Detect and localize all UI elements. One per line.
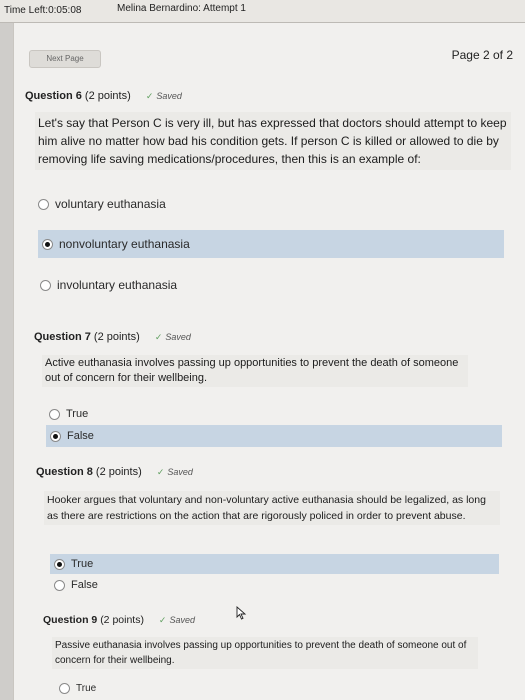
option-label: False xyxy=(67,430,94,442)
option-voluntary-euthanasia[interactable]: voluntary euthanasia xyxy=(38,192,498,216)
radio-button[interactable] xyxy=(54,579,65,591)
check-icon: ✓ xyxy=(156,467,165,477)
radio-button[interactable] xyxy=(42,238,53,250)
option-nonvoluntary-euthanasia[interactable]: nonvoluntary euthanasia xyxy=(38,230,504,258)
question-points: (2 points) xyxy=(95,466,142,478)
mouse-cursor-icon xyxy=(236,606,247,620)
question-number: Question 8 xyxy=(36,466,93,478)
option-true[interactable]: True xyxy=(59,679,159,697)
question-8-text: Hooker argues that voluntary and non-vol… xyxy=(44,491,500,525)
saved-status: ✓ Saved xyxy=(158,615,195,625)
question-number: Question 6 xyxy=(25,90,82,102)
question-8-header: Question 8 (2 points) ✓ Saved xyxy=(36,466,193,478)
question-7-text: Active euthanasia involves passing up op… xyxy=(42,355,468,387)
option-false[interactable]: False xyxy=(46,425,502,447)
next-page-button[interactable]: Next Page xyxy=(29,50,101,68)
question-points: (2 points) xyxy=(93,331,140,343)
option-true[interactable]: True xyxy=(49,405,149,423)
saved-status: ✓ Saved xyxy=(145,91,182,101)
page-indicator: Page 2 of 2 xyxy=(451,48,513,62)
question-6-text: Let's say that Person C is very ill, but… xyxy=(35,112,511,170)
radio-button[interactable] xyxy=(38,198,49,210)
check-icon: ✓ xyxy=(158,615,167,625)
question-points: (2 points) xyxy=(84,90,131,102)
radio-button[interactable] xyxy=(54,558,65,570)
top-bar: Time Left:0:05:08 Melina Bernardino: Att… xyxy=(0,0,525,23)
option-label: True xyxy=(66,408,89,420)
option-false[interactable]: False xyxy=(54,576,154,594)
option-label: True xyxy=(76,682,97,694)
option-label: False xyxy=(71,579,98,591)
saved-status: ✓ Saved xyxy=(154,332,191,342)
radio-button[interactable] xyxy=(49,408,60,420)
option-involuntary-euthanasia[interactable]: involuntary euthanasia xyxy=(40,273,500,297)
radio-button[interactable] xyxy=(50,430,61,442)
option-label: nonvoluntary euthanasia xyxy=(59,237,190,251)
question-number: Question 9 xyxy=(43,614,98,626)
question-9-header: Question 9 (2 points) ✓ Saved xyxy=(43,614,195,626)
question-7-header: Question 7 (2 points) ✓ Saved xyxy=(34,331,191,343)
question-number: Question 7 xyxy=(34,331,91,343)
check-icon: ✓ xyxy=(145,91,154,101)
option-true[interactable]: True xyxy=(50,554,499,574)
question-6-header: Question 6 (2 points) ✓ Saved xyxy=(25,90,182,102)
question-9-text: Passive euthanasia involves passing up o… xyxy=(52,637,478,669)
time-left: Time Left:0:05:08 xyxy=(4,5,82,16)
student-attempt: Melina Bernardino: Attempt 1 xyxy=(117,3,246,14)
saved-status: ✓ Saved xyxy=(156,467,193,477)
radio-button[interactable] xyxy=(59,682,70,694)
option-label: involuntary euthanasia xyxy=(57,278,178,292)
option-label: True xyxy=(71,558,94,570)
check-icon: ✓ xyxy=(154,332,163,342)
question-points: (2 points) xyxy=(100,614,144,626)
radio-button[interactable] xyxy=(40,279,51,291)
option-label: voluntary euthanasia xyxy=(55,197,166,211)
